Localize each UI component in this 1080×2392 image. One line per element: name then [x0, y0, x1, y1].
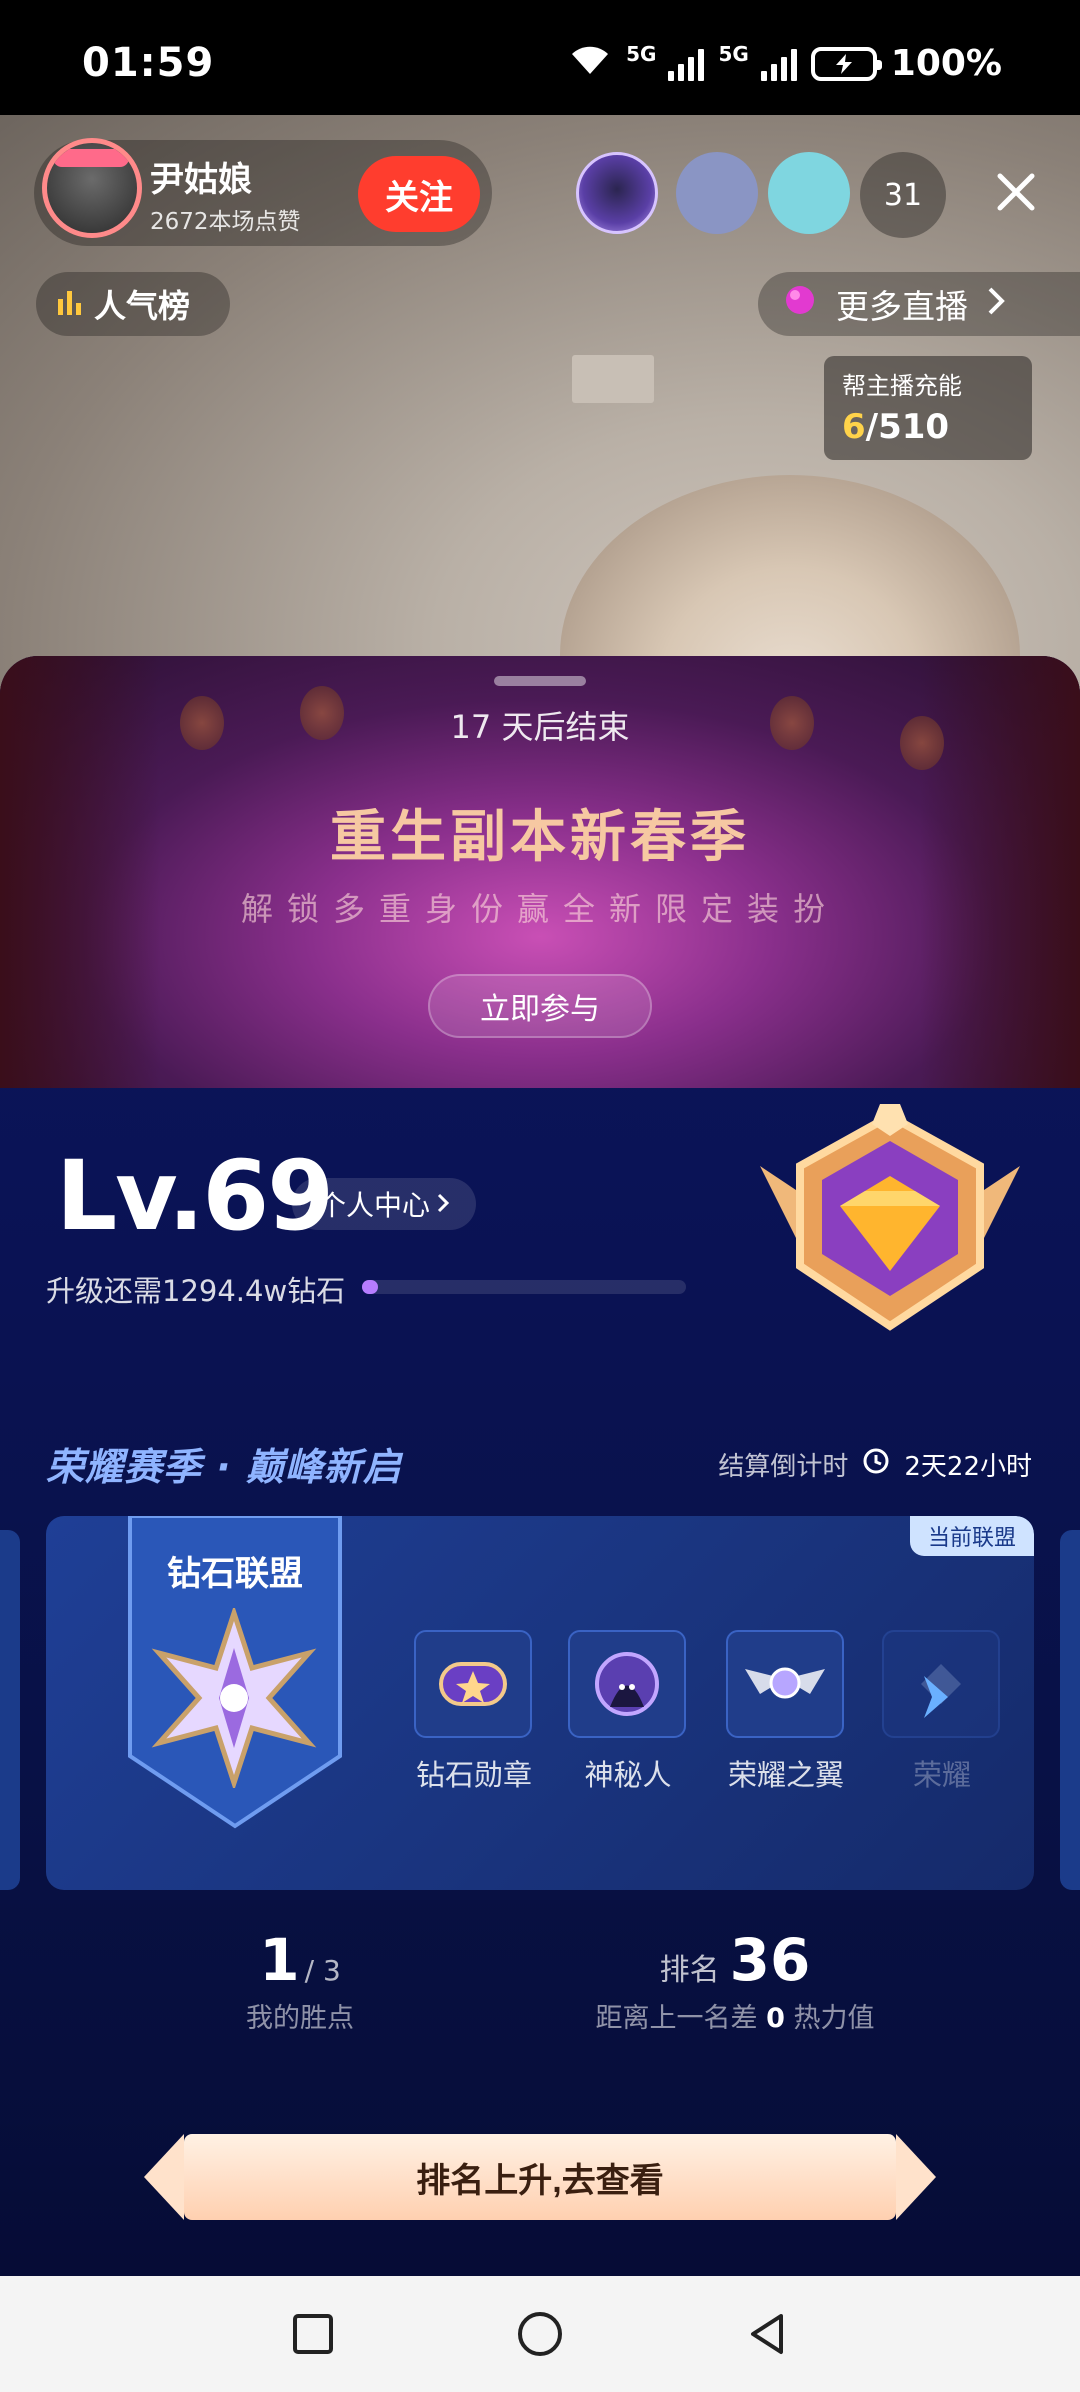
diamond-star-icon	[144, 1604, 324, 1792]
event-countdown-text: 天后结束	[501, 708, 630, 746]
view-ranking-button[interactable]: 排名上升,去查看	[184, 2134, 896, 2220]
reward-label: 荣耀	[912, 1758, 971, 1792]
diamond-medal-icon	[414, 1630, 532, 1738]
sheet-drag-handle[interactable]	[494, 676, 586, 686]
chevron-right-icon	[986, 285, 1006, 324]
mystery-person-icon	[568, 1630, 686, 1738]
season-sheet: 17 天后结束 重生副本新春季 解锁多重身份赢全新限定装扮 立即参与 Lv.69…	[0, 656, 1080, 2276]
home-icon[interactable]	[510, 2304, 570, 2364]
battery-icon	[810, 46, 882, 81]
event-countdown: 17 天后结束	[0, 702, 1080, 748]
viewer-avatar[interactable]	[768, 152, 850, 234]
charge-total: /510	[865, 407, 950, 447]
host-avatar[interactable]	[42, 138, 142, 238]
ranking: 排名 36 距离上一名差 0 热力值	[590, 1926, 880, 2035]
user-level: Lv.69	[56, 1140, 334, 1252]
reward-item[interactable]: 荣耀之翼	[726, 1630, 846, 1794]
reward-item[interactable]: 神秘人	[568, 1630, 688, 1794]
signal-icon	[668, 47, 705, 81]
wifi-icon	[568, 42, 612, 85]
system-nav-bar	[0, 2276, 1080, 2392]
event-banner[interactable]: 17 天后结束 重生副本新春季 解锁多重身份赢全新限定装扮 立即参与	[0, 656, 1080, 1088]
season-title: 荣耀赛季 · 巅峰新启	[46, 1445, 402, 1489]
back-icon[interactable]	[737, 2304, 797, 2364]
avatar-frame-tag	[53, 149, 129, 167]
event-subtitle: 解锁多重身份赢全新限定装扮	[240, 890, 839, 928]
wall-switch	[572, 355, 654, 403]
bar-chart-icon	[58, 285, 82, 323]
host-like-count: 2672本场点赞	[150, 209, 301, 235]
viewer-avatar[interactable]	[576, 152, 658, 234]
charge-progress: 6/510	[842, 407, 1014, 447]
network-type-1: 5G	[626, 41, 657, 66]
rank-gap-suffix: 热力值	[793, 2003, 875, 2034]
rank-gap-value: 0	[766, 2003, 785, 2034]
chevron-right-icon[interactable]	[918, 1672, 954, 1722]
event-countdown-days: 17	[450, 708, 492, 746]
league-card[interactable]: 当前联盟 钻石联盟 钻石勋章 神秘人 荣耀之翼 荣耀	[46, 1516, 1034, 1890]
signal-icon	[760, 47, 797, 81]
clock-icon	[862, 1447, 890, 1482]
level-progress-bar	[362, 1280, 686, 1294]
follow-button[interactable]: 关注	[358, 156, 480, 232]
join-event-button[interactable]: 立即参与	[428, 974, 652, 1038]
host-name[interactable]: 尹姑娘	[150, 152, 252, 201]
popularity-rank-button[interactable]: 人气榜	[36, 272, 230, 336]
glory-wings-icon	[726, 1630, 844, 1738]
reward-label: 神秘人	[584, 1758, 672, 1792]
network-type-2: 5G	[718, 41, 749, 66]
more-live-button[interactable]: 更多直播	[758, 272, 1080, 336]
league-name: 钻石联盟	[167, 1554, 303, 1594]
reward-item[interactable]: 钻石勋章	[414, 1630, 534, 1794]
close-icon[interactable]	[984, 160, 1048, 224]
next-league-card[interactable]	[1060, 1530, 1080, 1890]
charge-current: 6	[842, 407, 866, 447]
upgrade-requirement: 升级还需1294.4w钻石	[46, 1274, 346, 1308]
viewer-count[interactable]: 31	[860, 152, 946, 238]
reward-label: 荣耀之翼	[727, 1758, 844, 1792]
rank-up-cta[interactable]: 排名上升,去查看	[144, 2130, 936, 2224]
level-badge-icon	[740, 1096, 1040, 1356]
status-icons: 5G 5G 100%	[568, 42, 1002, 85]
reward-label: 钻石勋章	[415, 1758, 532, 1792]
status-time: 01:59	[82, 40, 215, 86]
settlement-countdown: 结算倒计时 2天22小时	[718, 1446, 1032, 1483]
level-progress-fill	[362, 1280, 379, 1294]
rank-value: 36	[729, 1926, 811, 1994]
candy-icon	[782, 282, 818, 326]
settlement-value: 2天22小时	[904, 1452, 1032, 1482]
win-points-value: 1	[259, 1926, 300, 1994]
personal-center-button[interactable]: 个人中心	[292, 1178, 476, 1230]
win-points: 1 / 3 我的胜点	[170, 1926, 430, 2035]
current-league-tag: 当前联盟	[910, 1516, 1034, 1556]
personal-center-label: 个人中心	[317, 1189, 430, 1222]
event-title: 重生副本新春季	[330, 805, 750, 870]
win-points-total: / 3	[304, 1954, 341, 1987]
charge-title: 帮主播充能	[842, 372, 962, 400]
popularity-rank-label: 人气榜	[94, 287, 191, 325]
recent-apps-icon[interactable]	[283, 2304, 343, 2364]
more-live-label: 更多直播	[836, 287, 968, 326]
viewer-avatar[interactable]	[676, 152, 758, 234]
prev-league-card[interactable]	[0, 1530, 20, 1890]
status-bar: 01:59 5G 5G 100%	[0, 0, 1080, 115]
charge-widget[interactable]: 帮主播充能 6/510	[824, 356, 1032, 460]
rank-label: 排名	[659, 1953, 720, 1988]
chevron-right-icon	[436, 1188, 450, 1221]
battery-level: 100%	[890, 43, 1002, 84]
win-points-label: 我的胜点	[246, 2003, 354, 2034]
rank-gap-prefix: 距离上一名差	[595, 2003, 758, 2034]
settlement-label: 结算倒计时	[718, 1452, 849, 1482]
